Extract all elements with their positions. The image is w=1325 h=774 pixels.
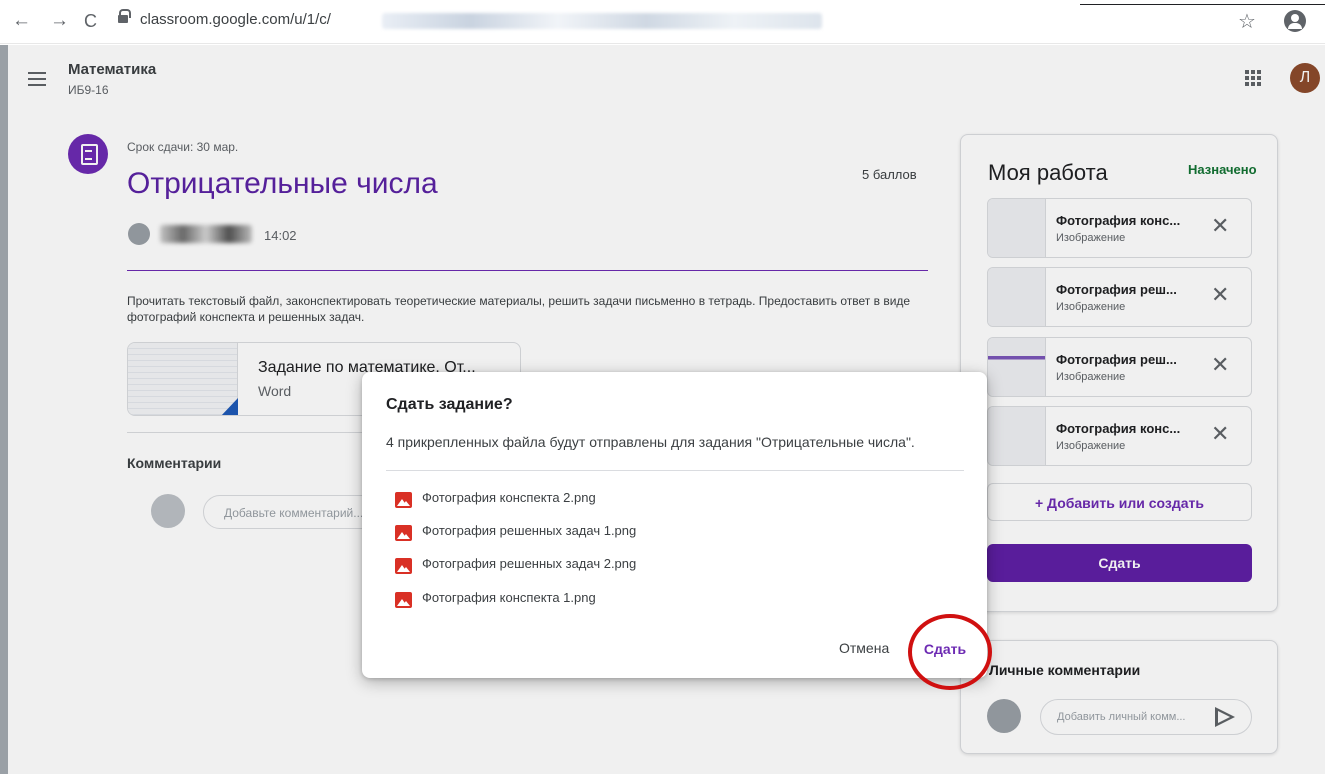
- attachment-type: Word: [258, 383, 292, 399]
- file-thumbnail: [988, 407, 1046, 465]
- file-name: Фотография конс...: [1056, 213, 1181, 228]
- comments-heading: Комментарии: [127, 455, 222, 471]
- menu-icon[interactable]: [28, 72, 46, 86]
- highlight-circle: [908, 614, 992, 690]
- submit-button[interactable]: Сдать: [987, 544, 1252, 582]
- file-thumbnail: [988, 268, 1046, 326]
- work-file-item[interactable]: Фотография реш... Изображение ✕: [987, 267, 1252, 327]
- image-file-icon: [395, 592, 412, 608]
- divider: [127, 270, 928, 271]
- post-time: 14:02: [264, 228, 297, 243]
- commenter-avatar: [987, 699, 1021, 733]
- scrollbar[interactable]: [0, 45, 8, 774]
- assignment-description: Прочитать текстовый файл, законспектиров…: [127, 294, 911, 324]
- url-text: classroom.google.com/u/1/c/: [140, 11, 331, 28]
- file-type: Изображение: [1056, 371, 1126, 383]
- work-file-item[interactable]: Фотография конс... Изображение ✕: [987, 406, 1252, 466]
- divider: [386, 470, 964, 471]
- submit-dialog: Сдать задание? 4 прикрепленных файла буд…: [362, 372, 987, 678]
- browser-toolbar: ← → C classroom.google.com/u/1/c/ ☆ ⋮: [0, 0, 1325, 44]
- file-thumbnail: [988, 338, 1046, 396]
- close-icon[interactable]: ✕: [1211, 421, 1229, 447]
- image-file-icon: [395, 558, 412, 574]
- image-file-icon: [395, 525, 412, 541]
- file-type: Изображение: [1056, 440, 1126, 452]
- file-name: Фотография реш...: [1056, 352, 1177, 367]
- kebab-icon[interactable]: ⋮: [1318, 10, 1325, 31]
- file-type: Изображение: [1056, 232, 1126, 244]
- author-avatar: [128, 223, 150, 245]
- assignment-title: Отрицательные числа: [127, 167, 438, 200]
- word-doc-icon: [220, 398, 238, 415]
- close-icon[interactable]: ✕: [1211, 213, 1229, 239]
- course-subtitle: ИБ9-16: [68, 83, 109, 97]
- dialog-message: 4 прикрепленных файла будут отправлены д…: [386, 434, 915, 450]
- dialog-file-name: Фотография решенных задач 2.png: [422, 556, 637, 571]
- add-or-create-button[interactable]: + Добавить или создать: [987, 483, 1252, 521]
- dialog-file-name: Фотография конспекта 1.png: [422, 590, 596, 605]
- assignment-icon: [68, 134, 108, 174]
- cancel-button[interactable]: Отмена: [839, 640, 889, 656]
- file-name: Фотография реш...: [1056, 282, 1177, 297]
- file-type: Изображение: [1056, 301, 1126, 313]
- close-icon[interactable]: ✕: [1211, 352, 1229, 378]
- my-work-title: Моя работа: [988, 160, 1108, 185]
- commenter-avatar: [151, 494, 185, 528]
- work-file-item[interactable]: Фотография конс... Изображение ✕: [987, 198, 1252, 258]
- points-label: 5 баллов: [862, 167, 917, 182]
- apps-grid-icon[interactable]: [1245, 70, 1261, 86]
- star-icon[interactable]: ☆: [1238, 9, 1256, 34]
- dialog-title: Сдать задание?: [386, 396, 513, 413]
- lock-icon: [118, 9, 131, 26]
- dialog-file-name: Фотография решенных задач 1.png: [422, 523, 637, 538]
- reload-icon[interactable]: C: [84, 8, 97, 34]
- private-comments-title: Личные комментарии: [989, 662, 1141, 678]
- image-file-icon: [395, 492, 412, 508]
- dialog-file-name: Фотография конспекта 2.png: [422, 490, 596, 505]
- close-icon[interactable]: ✕: [1211, 282, 1229, 308]
- arrow-right-icon[interactable]: →: [50, 8, 69, 34]
- course-title[interactable]: Математика: [68, 61, 156, 78]
- author-name-redacted: [160, 225, 252, 243]
- account-icon[interactable]: [1284, 10, 1306, 32]
- url-redacted: [382, 13, 822, 29]
- file-name: Фотография конс...: [1056, 421, 1181, 436]
- divider: [1080, 4, 1325, 5]
- send-icon[interactable]: [1215, 707, 1235, 727]
- arrow-left-icon[interactable]: ←: [12, 8, 31, 34]
- status-badge: Назначено: [1188, 162, 1257, 177]
- due-date: Срок сдачи: 30 мар.: [127, 140, 239, 154]
- file-thumbnail: [988, 199, 1046, 257]
- work-file-item[interactable]: Фотография реш... Изображение ✕: [987, 337, 1252, 397]
- address-bar[interactable]: classroom.google.com/u/1/c/: [118, 6, 822, 36]
- user-avatar[interactable]: Л: [1290, 63, 1320, 93]
- private-comments-card: [960, 640, 1278, 754]
